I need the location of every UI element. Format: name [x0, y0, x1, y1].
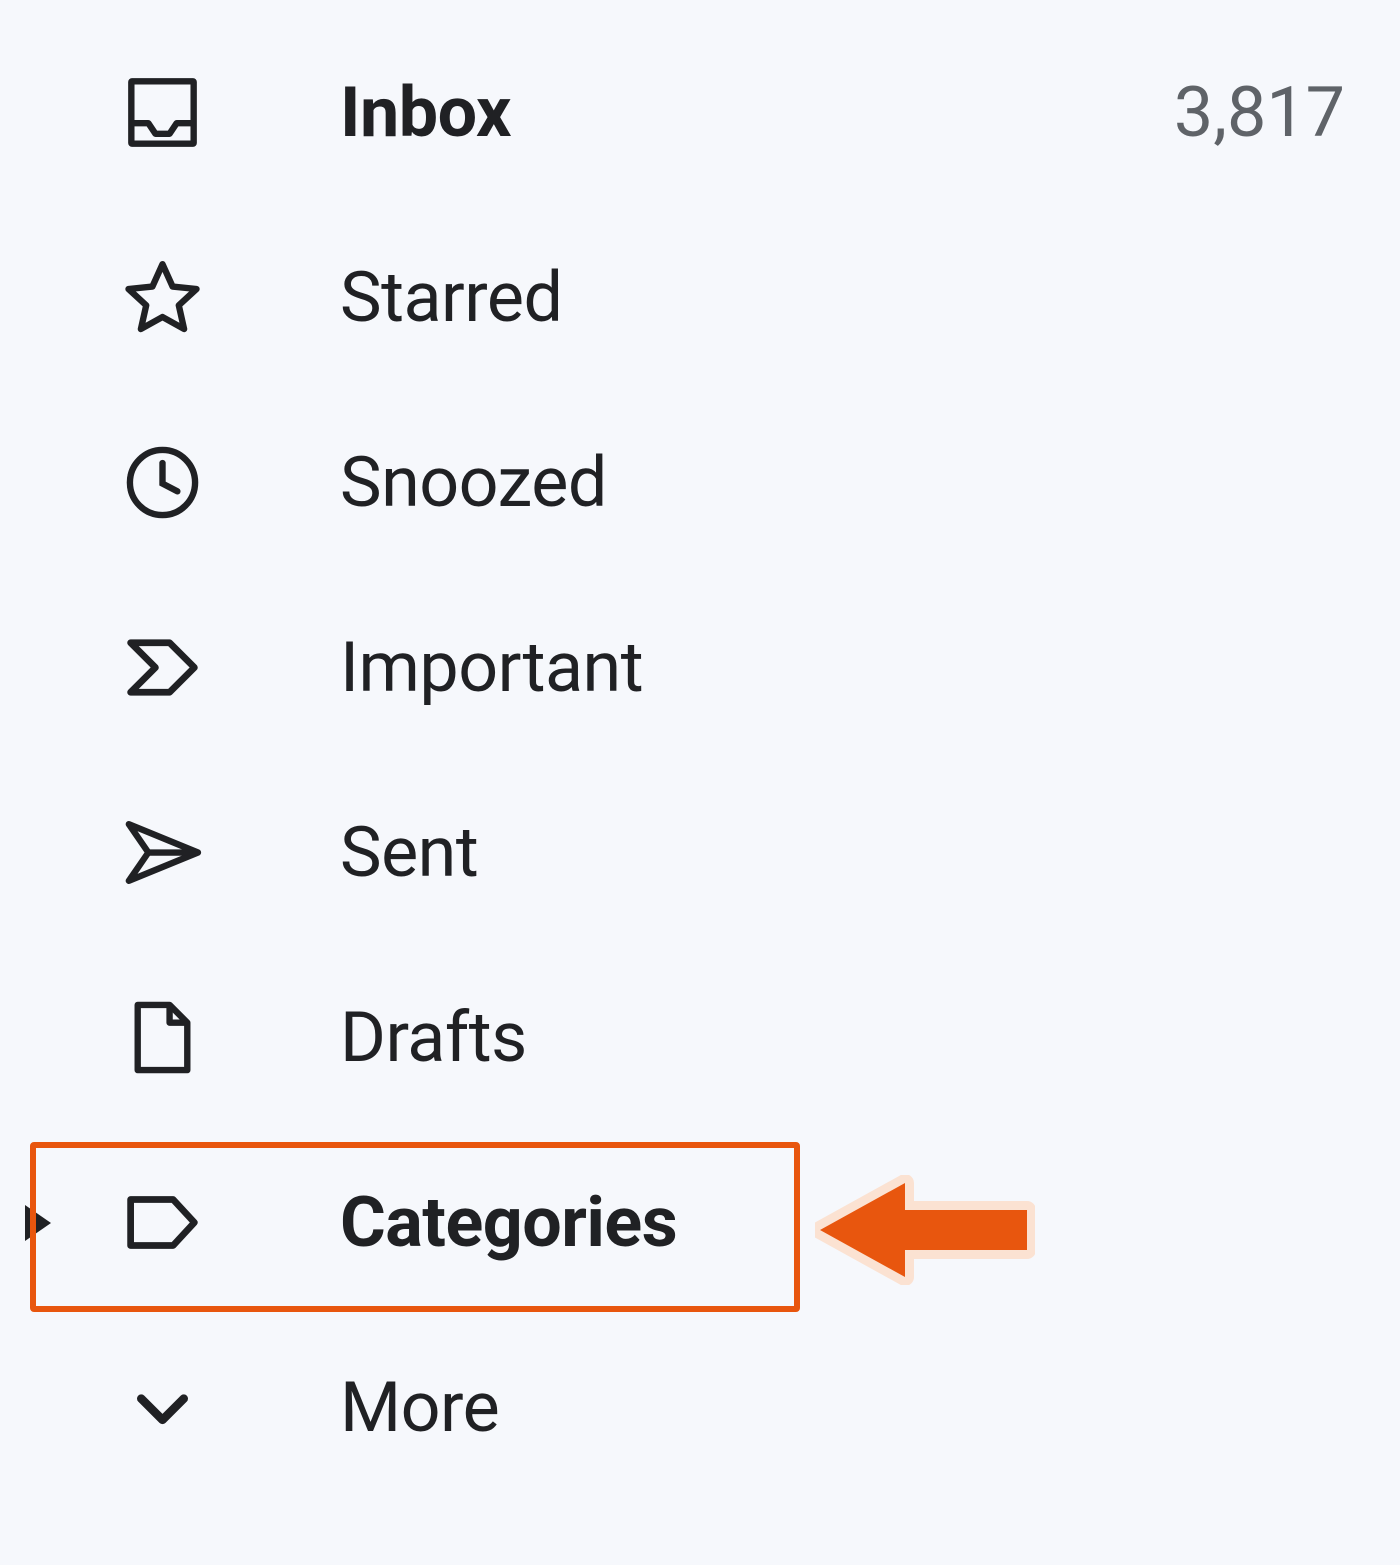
- sidebar-item-label: Sent: [340, 812, 1400, 894]
- sidebar-item-inbox[interactable]: Inbox 3,817: [0, 20, 1400, 205]
- sidebar-item-categories[interactable]: Categories: [0, 1130, 1400, 1315]
- sidebar-item-label: Starred: [340, 257, 1400, 339]
- sidebar-item-snoozed[interactable]: Snoozed: [0, 390, 1400, 575]
- sidebar-item-drafts[interactable]: Drafts: [0, 945, 1400, 1130]
- sidebar-item-label: Inbox: [340, 72, 1174, 154]
- chevron-down-icon: [120, 1365, 205, 1450]
- sidebar-item-starred[interactable]: Starred: [0, 205, 1400, 390]
- sidebar-item-more[interactable]: More: [0, 1315, 1400, 1500]
- send-icon: [120, 810, 205, 895]
- sidebar-item-label: Drafts: [340, 997, 1400, 1079]
- star-icon: [120, 255, 205, 340]
- sidebar-item-label: Snoozed: [340, 442, 1400, 524]
- important-icon: [120, 625, 205, 710]
- clock-icon: [120, 440, 205, 525]
- mail-sidebar: Inbox 3,817 Starred Snoozed Important: [0, 0, 1400, 1500]
- sidebar-item-label: More: [340, 1367, 1400, 1449]
- sidebar-item-sent[interactable]: Sent: [0, 760, 1400, 945]
- sidebar-item-label: Categories: [340, 1182, 1400, 1264]
- draft-icon: [120, 995, 205, 1080]
- expand-caret-icon[interactable]: [25, 1205, 51, 1241]
- sidebar-item-label: Important: [340, 627, 1400, 709]
- label-icon: [120, 1180, 205, 1265]
- sidebar-item-count: 3,817: [1174, 72, 1400, 154]
- sidebar-item-important[interactable]: Important: [0, 575, 1400, 760]
- inbox-icon: [120, 70, 205, 155]
